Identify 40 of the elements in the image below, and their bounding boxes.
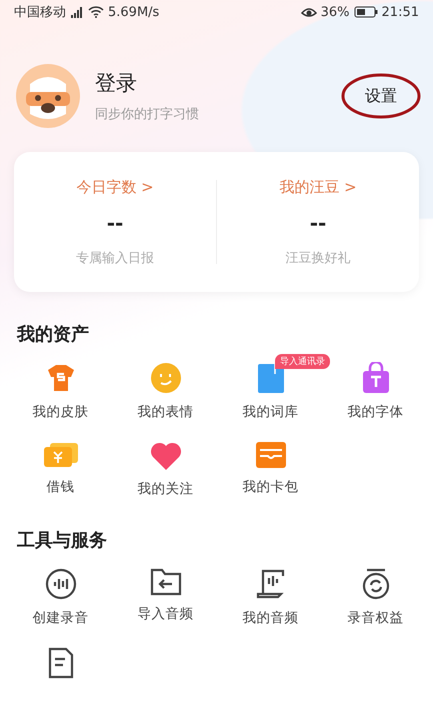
eye-icon (300, 6, 317, 18)
settings-button[interactable]: 设置 (365, 86, 397, 106)
banknote-icon (44, 441, 78, 469)
audio-wave-icon (44, 568, 76, 600)
menu-item-label[interactable]: 导入音频 (138, 605, 194, 623)
section-title: 我的资产 (17, 323, 90, 346)
menu-item-label[interactable]: 我的字体 (348, 403, 404, 421)
wallet-icon (254, 441, 286, 469)
menu-item-label[interactable]: 借钱 (46, 478, 74, 496)
clock-time: 21:51 (382, 4, 419, 20)
menu-item-label[interactable]: 我的卡包 (242, 478, 298, 496)
menu-item-label[interactable]: 创建录音 (32, 609, 88, 627)
network-speed: 5.69M/s (108, 4, 160, 20)
menu-item-label[interactable]: 我的皮肤 (32, 403, 88, 421)
carrier-name: 中国移动 (14, 4, 66, 21)
document-icon (48, 647, 74, 679)
menu-item-label[interactable]: 我的词库 (242, 403, 298, 421)
scroll-icon (254, 568, 286, 600)
menu-item-label[interactable]: 我的音频 (242, 609, 298, 627)
stat-caption: 汪豆换好礼 (286, 250, 350, 266)
signal-icon (70, 6, 84, 18)
menu-item-label[interactable]: 我的表情 (138, 403, 194, 421)
stat-value: -- (310, 210, 326, 234)
battery-percent: 36% (320, 4, 350, 20)
menu-item-label[interactable]: 我的关注 (138, 480, 194, 498)
heart-icon (150, 441, 182, 471)
wifi-icon (88, 6, 104, 18)
battery-icon (354, 6, 378, 18)
stat-caption: 专属输入日报 (76, 250, 154, 266)
smiley-icon (150, 362, 182, 394)
login-title[interactable]: 登录 (95, 69, 341, 97)
stat-value: -- (106, 210, 124, 234)
menu-item-label[interactable]: 录音权益 (348, 609, 404, 627)
folder-arrow-icon (150, 568, 182, 596)
section-title: 工具与服务 (17, 529, 108, 552)
dog-avatar (16, 64, 80, 128)
refresh-badge-icon (360, 568, 390, 600)
shopping-bag-icon (360, 362, 390, 394)
notice-badge: 导入通讯录 (275, 354, 330, 369)
login-subtitle: 同步你的打字习惯 (95, 106, 200, 123)
